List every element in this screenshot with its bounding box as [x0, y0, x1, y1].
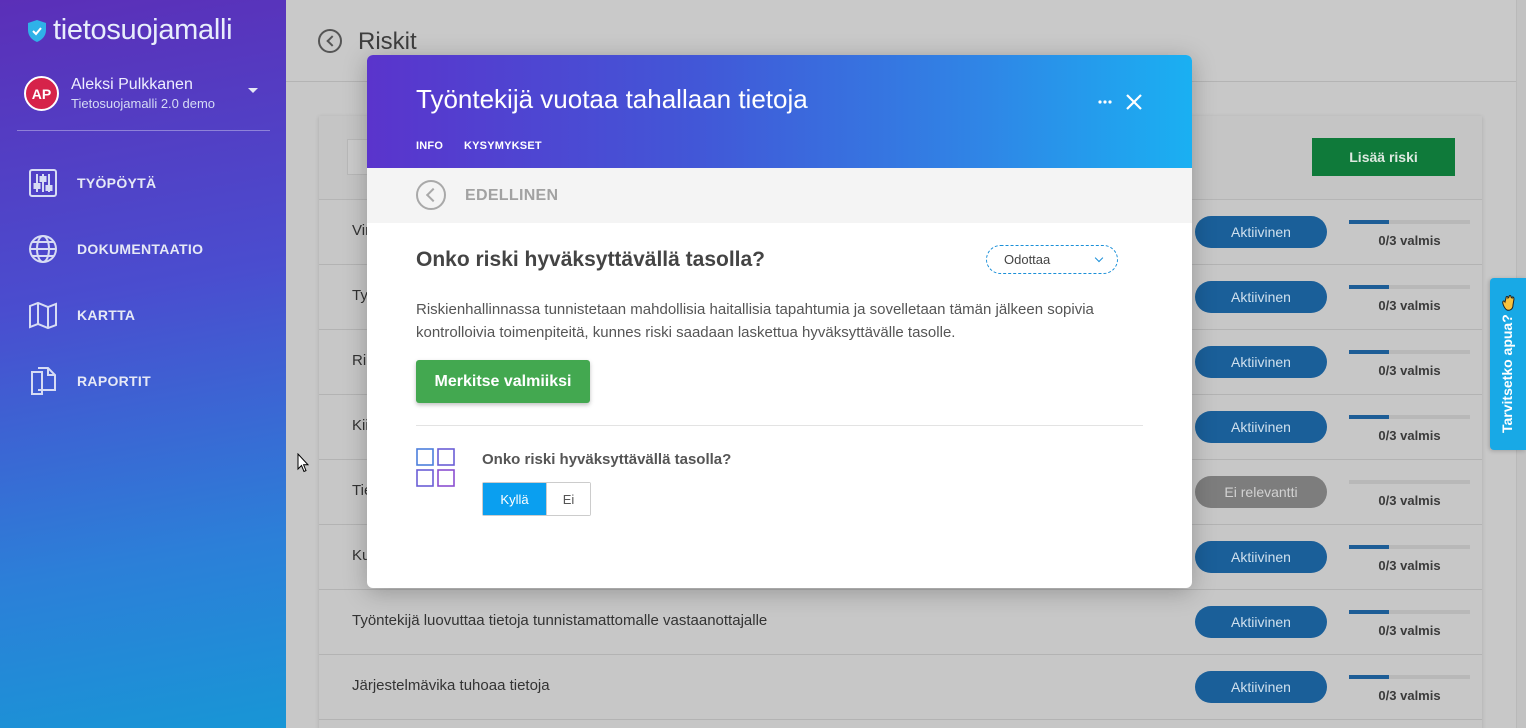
sidebar-item-raportit[interactable]: RAPORTIT — [28, 348, 203, 414]
page-title: Riskit — [358, 28, 417, 55]
progress-text: 0/3 valmis — [1378, 363, 1441, 378]
status-badge[interactable]: Aktiivinen — [1195, 281, 1327, 313]
status-badge[interactable]: Aktiivinen — [1195, 671, 1327, 703]
progress-track — [1349, 545, 1470, 549]
progress-indicator: 0/3 valmis — [1349, 415, 1470, 443]
mark-done-button[interactable]: Merkitse valmiiksi — [416, 360, 590, 403]
progress-indicator: 0/3 valmis — [1349, 285, 1470, 313]
sidebar-nav: TYÖPÖYTÄ DOKUMENTAATIO KARTTA RAPORTIT — [28, 150, 203, 414]
status-badge[interactable]: Aktiivinen — [1195, 541, 1327, 573]
globe-icon — [29, 235, 57, 263]
previous-nav[interactable]: EDELLINEN — [367, 168, 1192, 223]
back-arrow-icon[interactable] — [318, 29, 342, 53]
progress-track — [1349, 220, 1470, 224]
progress-track — [1349, 610, 1470, 614]
user-name: Aleksi Pulkkanen — [71, 76, 193, 93]
progress-text: 0/3 valmis — [1378, 298, 1441, 313]
modal-header: Työntekijä vuotaa tahallaan tietoja INFO… — [367, 55, 1192, 168]
sub-question-label: Onko riski hyväksyttävällä tasolla? — [482, 451, 732, 468]
progress-track — [1349, 350, 1470, 354]
user-org: Tietosuojamalli 2.0 demo — [71, 96, 216, 111]
progress-text: 0/3 valmis — [1378, 623, 1441, 638]
documents-icon — [31, 367, 56, 395]
progress-fill — [1349, 610, 1389, 614]
sidebar-item-label: KARTTA — [77, 307, 136, 323]
progress-indicator: 0/3 valmis — [1349, 610, 1470, 638]
sidebar-item-dokumentaatio[interactable]: DOKUMENTAATIO — [28, 216, 203, 282]
progress-fill — [1349, 545, 1389, 549]
previous-label[interactable]: EDELLINEN — [465, 187, 558, 205]
map-icon — [29, 301, 57, 330]
status-badge[interactable]: Aktiivinen — [1195, 346, 1327, 378]
progress-indicator: 0/3 valmis — [1349, 545, 1470, 573]
add-risk-button[interactable]: Lisää riski — [1312, 138, 1455, 176]
progress-indicator: 0/3 valmis — [1349, 675, 1470, 703]
progress-indicator: 0/3 valmis — [1349, 220, 1470, 248]
sidebar: tietosuojamalli AP Aleksi Pulkkanen Tiet… — [0, 0, 286, 728]
status-select-value: Odottaa — [1004, 252, 1051, 267]
sidebar-item-kartta[interactable]: KARTTA — [28, 282, 203, 348]
progress-track — [1349, 480, 1470, 484]
status-select[interactable]: Odottaa — [986, 245, 1118, 274]
logo-text: tietosuojamalli — [53, 14, 233, 46]
sidebar-item-label: DOKUMENTAATIO — [77, 241, 204, 257]
progress-text: 0/3 valmis — [1378, 233, 1441, 248]
progress-track — [1349, 675, 1470, 679]
modal-title: Työntekijä vuotaa tahallaan tietoja — [416, 84, 808, 114]
sliders-icon — [29, 169, 57, 197]
previous-arrow-icon[interactable] — [416, 180, 446, 210]
toggle-no[interactable]: Ei — [546, 483, 590, 515]
user-info: Aleksi Pulkkanen Tietosuojamalli 2.0 dem… — [71, 76, 215, 111]
tab-kysymykset[interactable]: KYSYMYKSET — [464, 140, 542, 152]
status-badge[interactable]: Aktiivinen — [1195, 216, 1327, 248]
progress-fill — [1349, 285, 1389, 289]
sidebar-item-tyopoyta[interactable]: TYÖPÖYTÄ — [28, 150, 203, 216]
sidebar-item-label: TYÖPÖYTÄ — [77, 175, 157, 191]
grid-icon — [416, 448, 455, 487]
progress-indicator: 0/3 valmis — [1349, 480, 1470, 508]
table-row[interactable]: Järjestelmävika tuhoaa tietoja Aktiivinen… — [319, 655, 1482, 720]
mouse-cursor-icon — [297, 453, 309, 473]
close-icon[interactable] — [1125, 93, 1143, 111]
question-title: Onko riski hyväksyttävällä tasolla? — [416, 248, 766, 271]
risk-modal: Työntekijä vuotaa tahallaan tietoja INFO… — [367, 55, 1192, 588]
chevron-down-icon — [1094, 253, 1104, 263]
progress-text: 0/3 valmis — [1378, 558, 1441, 573]
help-tab-label: Tarvitsetko apua? — [1499, 314, 1515, 433]
risk-name: Järjestelmävika tuhoaa tietoja — [352, 677, 550, 694]
status-badge[interactable]: Aktiivinen — [1195, 606, 1327, 638]
avatar: AP — [24, 76, 59, 111]
progress-track — [1349, 415, 1470, 419]
sidebar-item-label: RAPORTIT — [77, 373, 151, 389]
yes-no-toggle: Kyllä Ei — [482, 482, 591, 516]
sidebar-divider — [17, 130, 270, 131]
toggle-yes[interactable]: Kyllä — [483, 483, 546, 515]
shield-logo-icon — [28, 19, 46, 42]
logo[interactable]: tietosuojamalli — [27, 14, 233, 47]
progress-fill — [1349, 350, 1389, 354]
progress-fill — [1349, 415, 1389, 419]
caret-down-icon[interactable] — [248, 88, 258, 93]
tab-info[interactable]: INFO — [416, 140, 443, 152]
help-tab[interactable]: Tarvitsetko apua? — [1490, 278, 1526, 450]
progress-text: 0/3 valmis — [1378, 493, 1441, 508]
risk-name: Ty — [352, 287, 368, 304]
progress-fill — [1349, 220, 1389, 224]
modal-divider — [416, 425, 1143, 426]
status-badge[interactable]: Ei relevantti — [1195, 476, 1327, 508]
more-options-icon[interactable] — [1098, 95, 1112, 109]
user-menu[interactable]: AP Aleksi Pulkkanen Tietosuojamalli 2.0 … — [24, 76, 264, 111]
progress-fill — [1349, 675, 1389, 679]
progress-text: 0/3 valmis — [1378, 428, 1441, 443]
risk-name: Työntekijä luovuttaa tietoja tunnistamat… — [352, 612, 768, 629]
question-description: Riskienhallinnassa tunnistetaan mahdolli… — [416, 301, 1094, 341]
progress-indicator: 0/3 valmis — [1349, 350, 1470, 378]
progress-text: 0/3 valmis — [1378, 688, 1441, 703]
table-row[interactable]: Työntekijä luovuttaa tietoja tunnistamat… — [319, 590, 1482, 655]
status-badge[interactable]: Aktiivinen — [1195, 411, 1327, 443]
waving-hand-icon — [1502, 295, 1515, 311]
progress-track — [1349, 285, 1470, 289]
